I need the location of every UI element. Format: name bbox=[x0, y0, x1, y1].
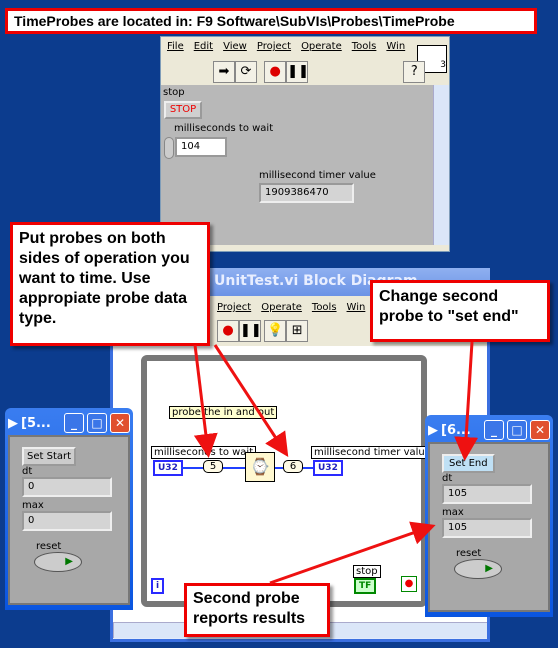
arrow-to-probe-5 bbox=[193, 344, 218, 458]
arrow-to-max bbox=[269, 521, 436, 585]
arrow-to-probe-6 bbox=[213, 344, 289, 458]
annotation-arrows bbox=[193, 341, 479, 585]
arrow-to-set-end bbox=[454, 341, 479, 461]
